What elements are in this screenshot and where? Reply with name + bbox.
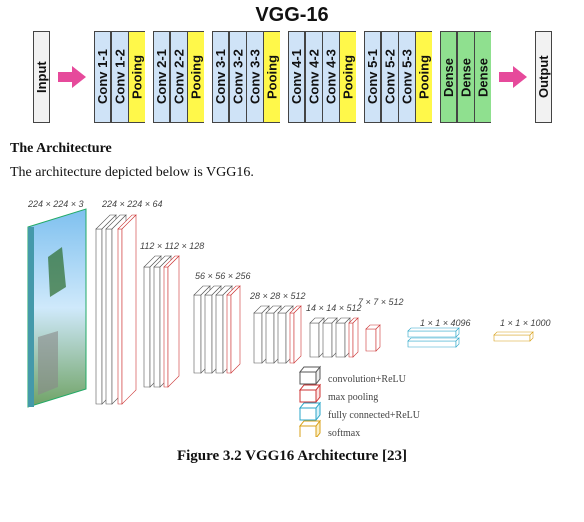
block-3: Conv 3-1Conv 3-2Conv 3-3Pooing [212,31,280,123]
pool-cell: Pooing [415,31,432,123]
block-5: Conv 5-1Conv 5-2Conv 5-3Pooing [364,31,432,123]
conv-cell: Conv 2-1 [153,31,170,123]
conv-cell: Conv 4-3 [322,31,339,123]
section-heading: The Architecture [10,141,574,157]
block-1: Conv 1-1Conv 1-2Pooing [94,31,145,123]
conv-cell: Conv 1-1 [94,31,111,123]
conv-cell: Conv 1-2 [111,31,128,123]
pool-cell: Pooing [187,31,204,123]
conv-cell: Conv 2-2 [170,31,187,123]
dim-label: 224 × 224 × 64 [101,199,163,209]
dense-cell: Dense [440,31,457,123]
layer-row: Input Conv 1-1Conv 1-2PooingConv 2-1Conv… [10,31,574,123]
conv-cell: Conv 3-1 [212,31,229,123]
dense-cell: Dense [457,31,474,123]
dim-label: 56 × 56 × 256 [195,271,251,281]
section-desc: The architecture depicted below is VGG16… [10,165,574,181]
conv-cell: Conv 5-1 [364,31,381,123]
conv-cell: Conv 3-2 [229,31,246,123]
dim-label: 7 × 7 × 512 [358,297,404,307]
conv-cell: Conv 4-1 [288,31,305,123]
dim-label: 112 × 112 × 128 [140,241,204,251]
conv-cell: Conv 3-3 [246,31,263,123]
dim-label: 28 × 28 × 512 [249,291,306,301]
dim-label: 1 × 1 × 1000 [500,318,551,328]
dim-label: 1 × 1 × 4096 [420,318,471,328]
input-cell: Input [33,31,50,123]
conv-cell: Conv 5-2 [381,31,398,123]
figure-caption: Figure 3.2 VGG16 Architecture [23] [10,448,574,465]
svg-text:convolution+ReLU: convolution+ReLU [328,374,407,385]
svg-text:softmax: softmax [328,428,360,437]
conv-cell: Conv 5-3 [398,31,415,123]
dim-label: 14 × 14 × 512 [306,303,362,313]
block-4: Conv 4-1Conv 4-2Conv 4-3Pooing [288,31,356,123]
pool-cell: Pooing [128,31,145,123]
dense-cell: Dense [474,31,491,123]
svg-text:fully connected+ReLU: fully connected+ReLU [328,410,421,421]
conv-cell: Conv 4-2 [305,31,322,123]
legend: convolution+ReLU max pooling fully conne… [300,367,421,437]
svg-text:max pooling: max pooling [328,392,378,403]
output-cell: Output [535,31,552,123]
block-2: Conv 2-1Conv 2-2Pooing [153,31,204,123]
diagram-title: VGG-16 [10,4,574,27]
dim-label: 224 × 224 × 3 [27,199,84,209]
arrow-icon [499,66,527,88]
pool-cell: Pooing [263,31,280,123]
pool-cell: Pooing [339,31,356,123]
vgg-3d-diagram: 224 × 224 × 3 224 × 224 × 64 [10,187,570,437]
block-6: DenseDenseDense [440,31,491,123]
arrow-icon [58,66,86,88]
